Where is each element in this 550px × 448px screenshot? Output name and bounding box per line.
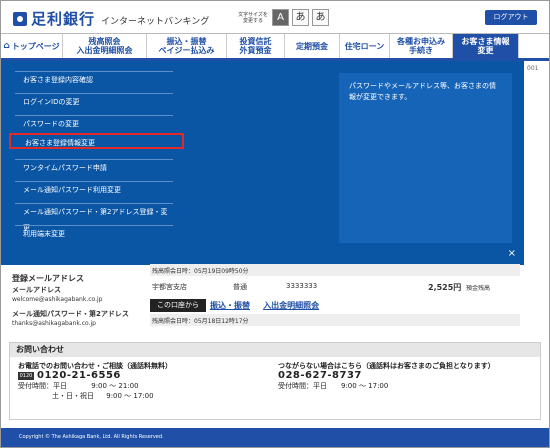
font-size-large-button[interactable]: あ xyxy=(312,9,329,26)
email-section-heading: 登録メールアドレス xyxy=(12,274,84,283)
balance-amount: 2,525円 xyxy=(428,283,462,292)
from-this-account-tag: この口座から xyxy=(150,299,206,312)
menu-description-panel: パスワードやメールアドレス等、お客さまの情報が変更できます。 xyxy=(339,73,512,243)
footer: Copyright © The Ashikaga Bank, Ltd. All … xyxy=(1,428,549,447)
nav-investment[interactable]: 投資信託 外貨預金 xyxy=(227,34,285,58)
menu-item-second-address[interactable]: メール通知パスワード・第2アドレス登録・変更 xyxy=(15,203,173,232)
global-nav: ⌂ トップページ 残高照会 入出金明細照会 振込・振替 ペイジー払込み 投資信託… xyxy=(1,33,549,62)
menu-item-device-change[interactable]: 利用端末変更 xyxy=(15,225,173,241)
link-separator xyxy=(253,301,261,310)
logout-button[interactable]: ログアウト xyxy=(485,10,537,25)
hours-row-1: 受付時間：平日 9:00 ～ 21:00 xyxy=(18,381,172,391)
inquiry-right: つながらない場合はこちら（通話料はお客さまのご負担となります） 028-627-… xyxy=(278,361,495,391)
font-size-label: 文字サイズを変更する xyxy=(238,11,268,24)
hours-row-2: 土・日・祝日 9:00 ～ 17:00 xyxy=(18,391,172,401)
account-number: 3333333 xyxy=(286,282,318,290)
menu-item-registration-change[interactable]: お客さま登録情報変更 xyxy=(9,133,184,149)
phone-number-1: 0120-21-6556 xyxy=(37,370,121,381)
copyright-text: Copyright © The Ashikaga Bank, Ltd. All … xyxy=(19,434,164,440)
font-size-small-button[interactable]: A xyxy=(272,9,289,26)
account-type: 普通 xyxy=(233,283,247,291)
hours-weekday: 9:00 ～ 21:00 xyxy=(91,382,139,390)
menu-description-text: パスワードやメールアドレス等、お客さまの情報が変更できます。 xyxy=(349,82,496,101)
email-label: メールアドレス xyxy=(12,286,61,294)
statement-link[interactable]: 入出金明細照会 xyxy=(263,301,319,310)
service-name: インターネットバンキング xyxy=(101,17,210,27)
transfer-link[interactable]: 振込・振替 xyxy=(210,301,250,310)
bank-name: 足利銀行 xyxy=(31,10,96,28)
menu-item-password-change[interactable]: パスワードの変更 xyxy=(15,115,173,131)
phone-number-2: 028-627-8737 xyxy=(278,370,362,381)
font-size-switcher: 文字サイズを変更する A あ あ xyxy=(237,9,329,26)
hours-weekend: 9:00 ～ 17:00 xyxy=(106,392,154,400)
close-icon[interactable]: × xyxy=(508,248,516,259)
nav-transfer[interactable]: 振込・振替 ペイジー払込み xyxy=(147,34,227,58)
balance-date-1: 残高照会日時：05月19日09時50分 xyxy=(152,268,249,275)
balance-date-2: 残高照会日時：05月18日12時17分 xyxy=(152,318,249,325)
second-email-label: メール通知パスワード・第2アドレス xyxy=(12,310,129,318)
hours-label: 受付時間：平日 xyxy=(18,382,67,390)
menu-item-registration-check[interactable]: お客さま登録内容確認 xyxy=(15,71,173,87)
hours-right: 受付時間：平日 9:00 ～ 17:00 xyxy=(278,382,389,390)
font-size-medium-button[interactable]: あ xyxy=(292,9,309,26)
customer-info-dropdown: お客さま登録内容確認 ログインIDの変更 パスワードの変更 お客さま登録情報変更… xyxy=(1,61,524,265)
branch-name: 宇都宮支店 xyxy=(152,283,187,291)
menu-item-onetime-password[interactable]: ワンタイムパスワード申請 xyxy=(15,159,173,175)
nav-housing-loan[interactable]: 住宅ローン xyxy=(340,34,390,58)
nav-top-page-label: トップページ xyxy=(11,41,60,51)
side-mark: 001 xyxy=(527,65,539,72)
nav-customer-info[interactable]: お客さま情報 変更 xyxy=(453,34,519,62)
nav-time-deposit[interactable]: 定期預金 xyxy=(285,34,340,58)
menu-item-mail-password[interactable]: メール通知パスワード利用変更 xyxy=(15,181,173,197)
bank-logo-icon xyxy=(13,11,27,26)
freedial-row: 0120 0120-21-6556 xyxy=(18,371,172,381)
inquiry-title: お問い合わせ xyxy=(10,343,540,357)
balance-date-row: 残高照会日時：05月19日09時50分 xyxy=(150,264,520,276)
nav-applications[interactable]: 各種お申込み 手続き xyxy=(390,34,453,58)
inquiry-left: お電話でのお問い合わせ・ご相談（通話料無料） 0120 0120-21-6556 … xyxy=(18,361,172,401)
nav-top-page[interactable]: ⌂ トップページ xyxy=(1,34,63,58)
second-email-value: thanks@ashikagabank.co.jp xyxy=(12,320,96,327)
hours-weekend-label: 土・日・祝日 xyxy=(52,392,94,400)
freedial-icon: 0120 xyxy=(18,372,34,380)
balance-date-row-2: 残高照会日時：05月18日12時17分 xyxy=(150,314,520,326)
balance-label: 預金残高 xyxy=(466,285,491,292)
header: 足利銀行 インターネットバンキング 文字サイズを変更する A あ あ ログアウト xyxy=(1,1,549,33)
home-icon: ⌂ xyxy=(3,40,10,51)
email-value: welcome@ashikagabank.co.jp xyxy=(12,296,103,303)
bank-logo[interactable]: 足利銀行 インターネットバンキング xyxy=(13,8,209,29)
menu-item-login-id-change[interactable]: ログインIDの変更 xyxy=(15,93,173,109)
nav-balance[interactable]: 残高照会 入出金明細照会 xyxy=(63,34,147,58)
account-links: 振込・振替 入出金明細照会 xyxy=(210,300,319,311)
inquiry-box: お問い合わせ お電話でのお問い合わせ・ご相談（通話料無料） 0120 0120-2… xyxy=(9,342,541,420)
